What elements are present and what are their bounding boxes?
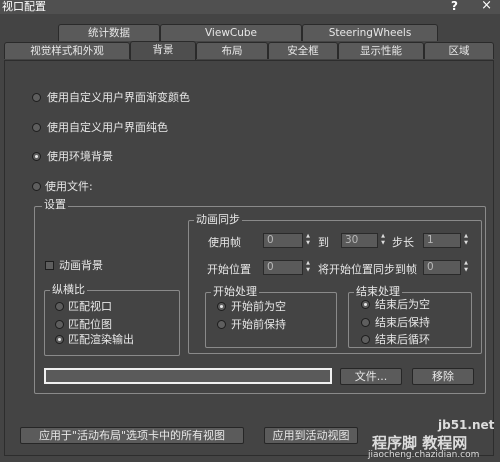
label-loop-after-end: 结束后循环 (375, 333, 430, 346)
spinner-arrows-icon[interactable]: ▲ ▼ (379, 233, 387, 248)
radio-loop-after-end[interactable] (361, 335, 370, 344)
watermark-url: jiaocheng.chazidian.com (368, 450, 480, 460)
tab-visual-style[interactable]: 视觉样式和外观 (4, 42, 130, 59)
file-button[interactable]: 文件... (340, 368, 402, 385)
label-blank-before-start: 开始前为空 (231, 300, 286, 313)
title-bar: 视口配置 ? × (0, 0, 500, 14)
remove-button[interactable]: 移除 (412, 368, 474, 385)
to-frame-field[interactable]: 30 (341, 233, 378, 248)
tab-background[interactable]: 背景 (130, 41, 196, 60)
label-use-file: 使用文件: (45, 180, 93, 193)
to-frame-spinner[interactable]: 30 ▲ ▼ (341, 233, 387, 248)
step-spinner[interactable]: 1 ▲ ▼ (423, 233, 471, 248)
radio-hold-after-end[interactable] (361, 318, 370, 327)
label-hold-after-end: 结束后保持 (375, 316, 430, 329)
label-gradient-color: 使用自定义用户界面渐变颜色 (47, 91, 190, 104)
label-animate-background: 动画背景 (59, 259, 103, 272)
sync-frame-field[interactable]: 0 (423, 260, 461, 275)
start-position-field[interactable]: 0 (263, 260, 303, 275)
start-position-spinner[interactable]: 0 ▲ ▼ (263, 260, 313, 275)
label-solid-color: 使用自定义用户界面纯色 (47, 121, 168, 134)
aspect-ratio-group (44, 290, 180, 356)
watermark-site: jb51.net (438, 418, 495, 432)
close-icon[interactable]: × (481, 0, 492, 13)
end-processing-title: 结束处理 (354, 285, 402, 298)
settings-title: 设置 (42, 198, 68, 211)
tab-viewcube[interactable]: ViewCube (160, 24, 302, 41)
tab-safe-frame[interactable]: 安全框 (268, 42, 338, 59)
label-blank-after-end: 结束后为空 (375, 298, 430, 311)
radio-match-render-output[interactable] (55, 335, 64, 344)
file-path-field[interactable] (44, 368, 332, 384)
radio-gradient-color[interactable] (32, 93, 41, 102)
from-frame-field[interactable]: 0 (263, 233, 303, 248)
tab-display-performance[interactable]: 显示性能 (338, 42, 424, 59)
radio-blank-after-end[interactable] (361, 300, 370, 309)
spinner-arrows-icon[interactable]: ▲ ▼ (304, 233, 312, 248)
window-title: 视口配置 (2, 0, 46, 13)
apply-to-active-view-button[interactable]: 应用到活动视图 (264, 427, 358, 444)
animation-sync-title: 动画同步 (194, 213, 242, 226)
label-use-frames: 使用帧 (208, 236, 241, 249)
label-match-bitmap: 匹配位图 (68, 318, 112, 331)
aspect-ratio-title: 纵横比 (50, 283, 87, 296)
radio-match-bitmap[interactable] (55, 320, 64, 329)
sync-frame-spinner[interactable]: 0 ▲ ▼ (423, 260, 471, 275)
tab-layout[interactable]: 布局 (196, 42, 268, 59)
radio-solid-color[interactable] (32, 123, 41, 132)
tab-regions[interactable]: 区域 (424, 42, 494, 59)
radio-match-viewport[interactable] (55, 302, 64, 311)
radio-use-file[interactable] (32, 182, 41, 191)
animate-background-checkbox[interactable] (45, 261, 54, 270)
spinner-arrows-icon[interactable]: ▲ ▼ (462, 233, 470, 248)
apply-to-all-views-button[interactable]: 应用于"活动布局"选项卡中的所有视图 (20, 427, 244, 444)
spinner-arrows-icon[interactable]: ▲ ▼ (462, 260, 470, 275)
radio-environment-background[interactable] (32, 152, 41, 161)
label-environment-background: 使用环境背景 (47, 150, 113, 163)
tab-steeringwheels[interactable]: SteeringWheels (302, 24, 438, 41)
label-match-render-output: 匹配渲染输出 (68, 333, 134, 346)
help-icon[interactable]: ? (451, 0, 458, 13)
from-frame-spinner[interactable]: 0 ▲ ▼ (263, 233, 313, 248)
tab-statistics[interactable]: 统计数据 (58, 24, 160, 41)
step-field[interactable]: 1 (423, 233, 461, 248)
label-step: 步长 (392, 236, 414, 249)
spinner-arrows-icon[interactable]: ▲ ▼ (304, 260, 312, 275)
start-processing-title: 开始处理 (211, 285, 259, 298)
radio-hold-before-start[interactable] (217, 320, 226, 329)
label-hold-before-start: 开始前保持 (231, 318, 286, 331)
label-start-position: 开始位置 (207, 263, 251, 276)
label-sync-start-to-frame: 将开始位置同步到帧 (318, 263, 417, 276)
label-match-viewport: 匹配视口 (68, 300, 112, 313)
label-to: 到 (318, 236, 329, 249)
radio-blank-before-start[interactable] (217, 302, 226, 311)
